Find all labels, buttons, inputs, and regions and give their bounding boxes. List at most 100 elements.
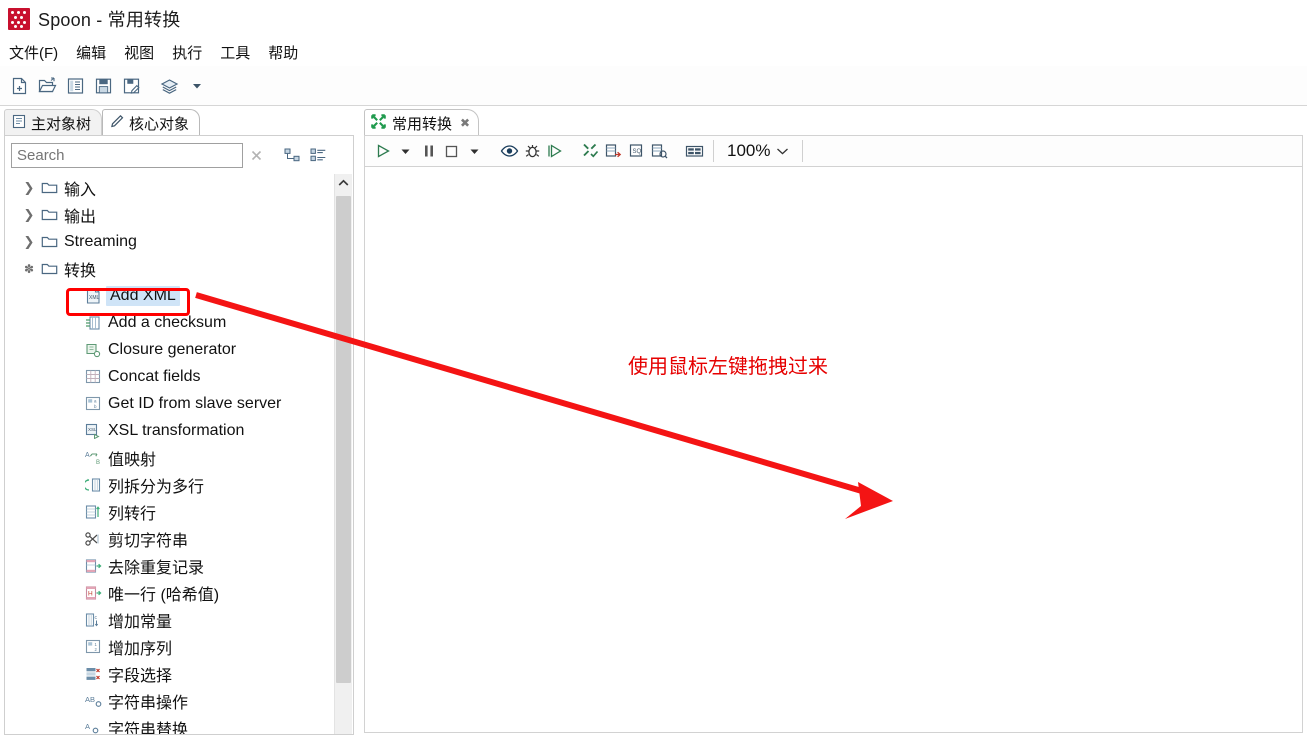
replay-icon[interactable]: [544, 138, 567, 164]
tree-step-split-field-to-rows-label: 列拆分为多行: [108, 478, 205, 496]
debug-icon[interactable]: [521, 138, 544, 164]
search-row: [5, 136, 353, 174]
transformation-canvas[interactable]: H Design Big Data Cassandra Hadoop Drag …: [364, 167, 1303, 733]
chevron-down-icon[interactable]: [776, 141, 789, 161]
xsl-transformation-icon: XSL: [82, 423, 104, 439]
svg-text:XML: XML: [89, 295, 100, 301]
left-panel-tabstrip: 主对象树 核心对象: [4, 107, 354, 136]
tree-step-value-mapper[interactable]: AB 值映射: [6, 444, 332, 471]
scrollbar-thumb[interactable]: [336, 196, 351, 683]
tab-transformation-label: 常用转换: [392, 115, 453, 133]
tree-step-add-xml[interactable]: XML Add XML: [6, 282, 332, 309]
tree-folder-input[interactable]: ❯ 输入: [6, 174, 332, 201]
expand-all-icon[interactable]: [279, 143, 305, 167]
unique-rows-icon: [82, 558, 104, 574]
open-file-icon[interactable]: [34, 73, 60, 99]
tree-folder-streaming[interactable]: ❯ Streaming: [6, 228, 332, 255]
tree-step-add-sequence[interactable]: 12 增加序列: [6, 633, 332, 660]
menu-item-run-label: 执行: [172, 44, 203, 62]
main-toolbar: [0, 66, 1307, 106]
add-xml-icon: XML: [82, 287, 104, 304]
chevron-right-icon[interactable]: ❯: [20, 207, 38, 223]
preview-icon[interactable]: [498, 138, 521, 164]
run-dropdown-icon[interactable]: [394, 138, 417, 164]
folder-icon: [38, 180, 60, 195]
collapse-all-icon[interactable]: [305, 143, 331, 167]
editor-tabstrip: 常用转换 ✖: [364, 107, 480, 136]
tree-step-add-a-checksum-label: Add a checksum: [108, 313, 227, 331]
new-file-icon[interactable]: [6, 73, 32, 99]
menu-item-tools[interactable]: 工具: [211, 40, 259, 65]
generate-sql-icon[interactable]: SQ: [625, 138, 648, 164]
show-results-icon[interactable]: [648, 138, 671, 164]
row-normaliser-icon: [82, 504, 104, 520]
grid-icon[interactable]: [683, 138, 706, 164]
search-input[interactable]: [11, 142, 243, 168]
analyze-impact-icon[interactable]: [602, 138, 625, 164]
tab-main-object-tree-label: 主对象树: [31, 115, 92, 133]
tab-main-object-tree[interactable]: 主对象树: [4, 109, 103, 136]
save-icon[interactable]: [90, 73, 116, 99]
menu-item-file[interactable]: 文件(F): [0, 40, 67, 65]
tree-step-unique-rows-label: 去除重复记录: [108, 559, 205, 577]
tree-folder-output[interactable]: ❯ 输出: [6, 201, 332, 228]
menu-item-view-label: 视图: [124, 44, 155, 62]
tree-step-add-a-checksum[interactable]: Add a checksum: [6, 309, 332, 336]
tree-step-row-normaliser[interactable]: 列转行: [6, 498, 332, 525]
tab-core-objects[interactable]: 核心对象: [102, 109, 201, 136]
tree-step-select-values[interactable]: 字段选择: [6, 660, 332, 687]
close-icon[interactable]: ✖: [460, 116, 470, 130]
title-bar: Spoon - 常用转换: [0, 0, 1307, 38]
menu-item-file-label: 文件(F): [9, 44, 59, 62]
close-icon[interactable]: [243, 143, 269, 167]
stop-icon[interactable]: [440, 138, 463, 164]
chevron-right-icon[interactable]: ❯: [20, 234, 38, 250]
chevron-down-icon[interactable]: ✽: [20, 262, 38, 276]
tree-step-concat-fields-label: Concat fields: [108, 367, 201, 385]
tree-step-cut-string[interactable]: 剪切字符串: [6, 525, 332, 552]
spoon-logo-icon: [8, 8, 30, 30]
zoom-level-select[interactable]: 100%: [721, 139, 795, 163]
folder-icon: [38, 234, 60, 249]
add-sequence-icon: 12: [82, 639, 104, 654]
chevron-right-icon[interactable]: ❯: [20, 180, 38, 196]
tree-step-get-id-from-slave-server[interactable]: ab Get ID from slave server: [6, 390, 332, 417]
folder-icon: [38, 261, 60, 276]
tree-step-closure-generator-label: Closure generator: [108, 340, 237, 358]
tree-step-unique-rows-hashset-label: 唯一行 (哈希值): [108, 586, 220, 604]
tree-folder-input-label: 输入: [64, 181, 97, 199]
layers-icon[interactable]: [156, 73, 182, 99]
tree-step-add-constants[interactable]: c 增加常量: [6, 606, 332, 633]
tree-folder-transform[interactable]: ✽ 转换: [6, 255, 332, 282]
core-objects-tree[interactable]: ❯ 输入 ❯ 输出 ❯ Streaming ✽ 转换 XML Add XML A…: [6, 174, 352, 734]
tree-step-concat-fields[interactable]: Concat fields: [6, 363, 332, 390]
tree-step-unique-rows[interactable]: 去除重复记录: [6, 552, 332, 579]
svg-text:H: H: [88, 590, 93, 597]
tree-step-split-field-to-rows[interactable]: 列拆分为多行: [6, 471, 332, 498]
chevron-up-icon[interactable]: [335, 174, 352, 192]
tree-step-unique-rows-hashset[interactable]: H 唯一行 (哈希值): [6, 579, 332, 606]
explore-repository-icon[interactable]: [62, 73, 88, 99]
menu-item-run[interactable]: 执行: [163, 40, 211, 65]
tree-vertical-scrollbar[interactable]: [334, 174, 352, 734]
tab-transformation[interactable]: 常用转换 ✖: [364, 109, 480, 136]
save-as-icon[interactable]: [118, 73, 144, 99]
replace-in-string-icon: A: [82, 720, 104, 735]
pause-icon[interactable]: [417, 138, 440, 164]
verify-transformation-icon[interactable]: [579, 138, 602, 164]
run-icon[interactable]: [371, 138, 394, 164]
tree-step-xsl-transformation[interactable]: XSL XSL transformation: [6, 417, 332, 444]
menu-item-view[interactable]: 视图: [115, 40, 163, 65]
tree-step-closure-generator[interactable]: Closure generator: [6, 336, 332, 363]
menu-item-help[interactable]: 帮助: [259, 40, 307, 65]
tree-folder-streaming-label: Streaming: [64, 232, 137, 250]
string-operations-icon: AB: [82, 693, 104, 709]
tree-step-replace-in-string[interactable]: A 字符串替换: [6, 714, 332, 735]
chevron-down-icon[interactable]: [184, 73, 210, 99]
document-tree-icon: [12, 114, 26, 133]
stop-dropdown-icon[interactable]: [463, 138, 486, 164]
tree-step-add-sequence-label: 增加序列: [108, 640, 173, 658]
value-mapper-icon: AB: [82, 450, 104, 466]
menu-item-edit[interactable]: 编辑: [67, 40, 115, 65]
tree-step-string-operations[interactable]: AB 字符串操作: [6, 687, 332, 714]
